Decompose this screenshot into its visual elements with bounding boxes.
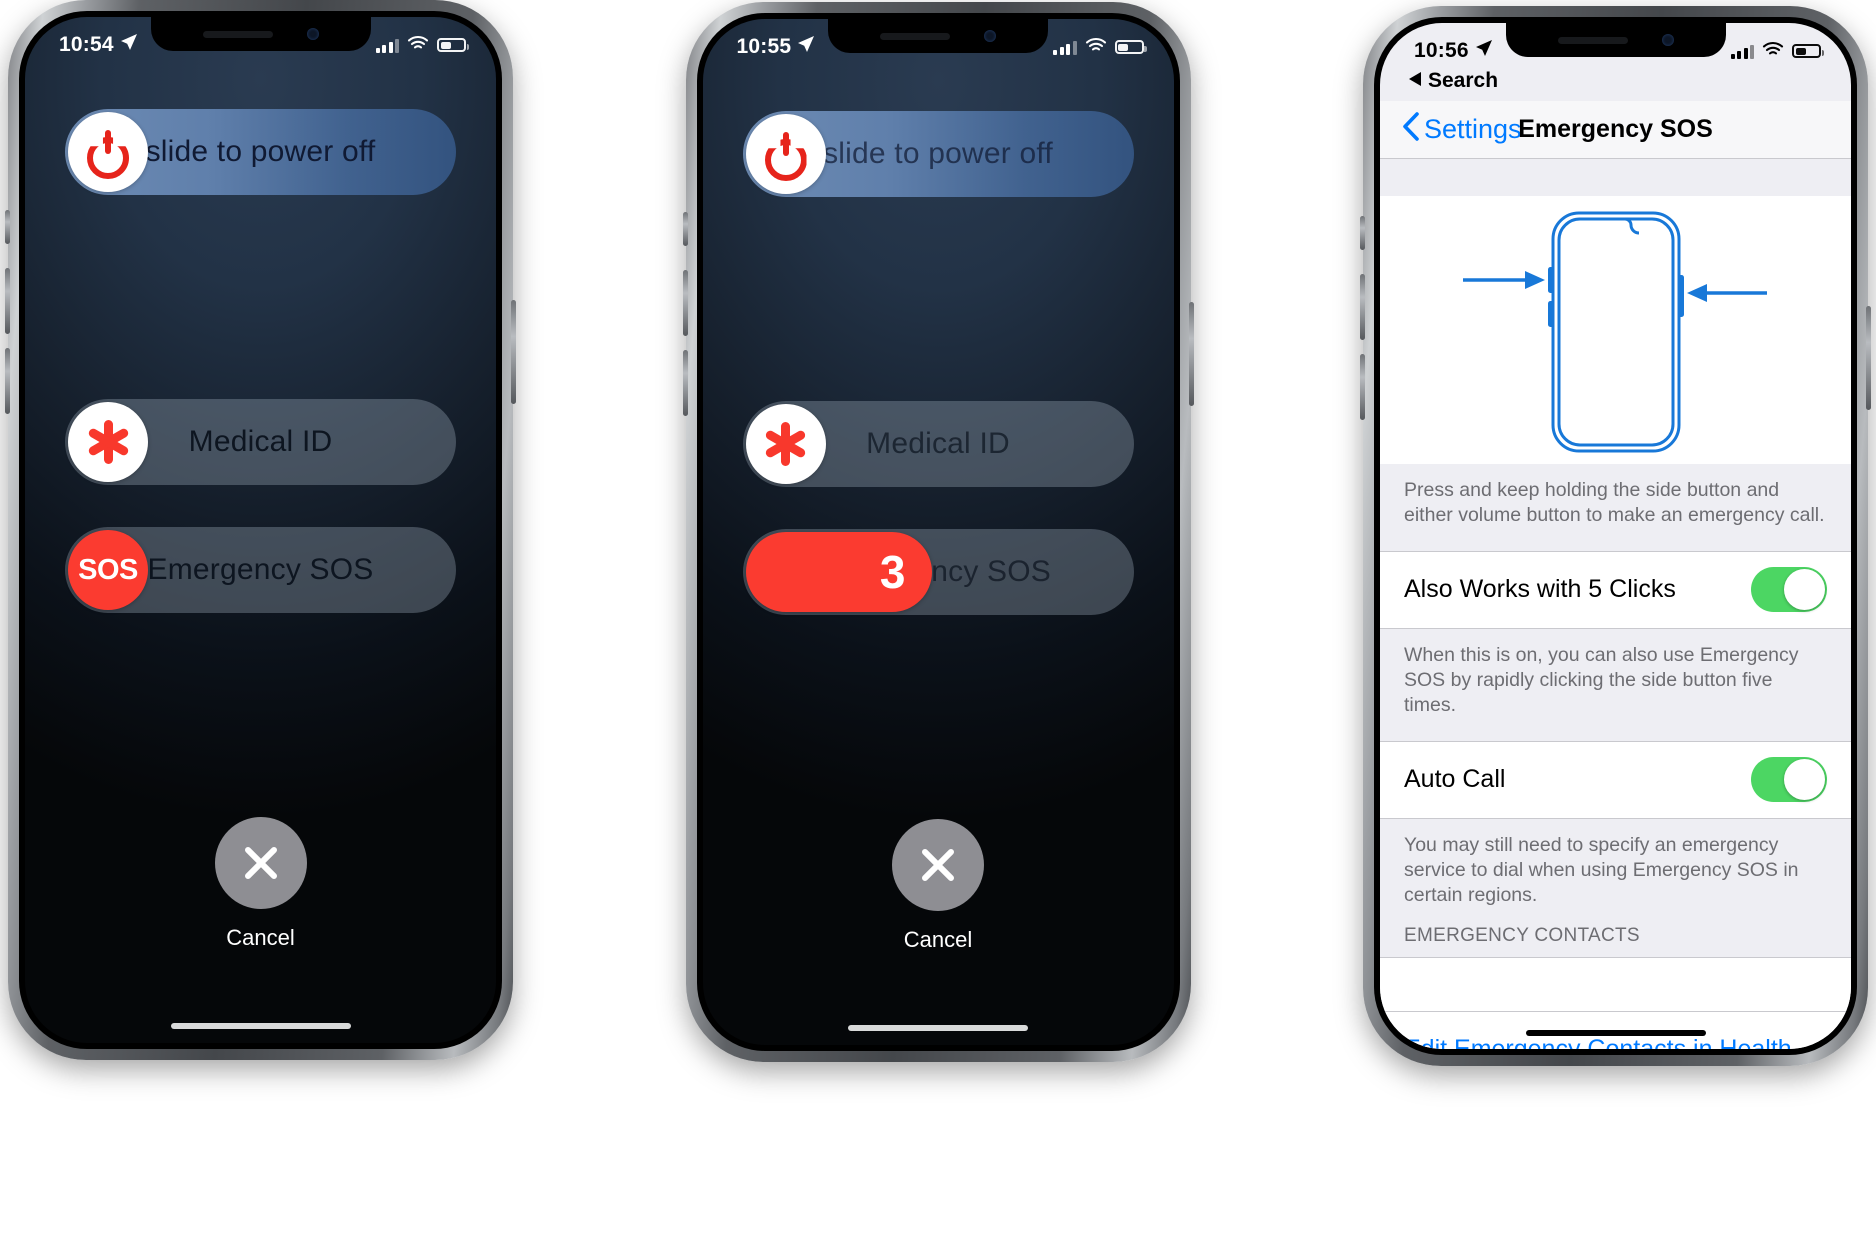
battery-icon [1792, 44, 1824, 58]
search-back-label: Search [1428, 69, 1499, 92]
location-arrow-icon [797, 35, 815, 59]
phone-screen-2: 10:55 slide to power off Medical ID 3 Em… [702, 19, 1174, 1045]
medical-id-slider[interactable]: Medical ID [742, 401, 1134, 487]
emergency-contacts-empty-row[interactable] [1380, 956, 1851, 1011]
sos-icon[interactable]: SOS [68, 530, 148, 610]
close-x-icon[interactable] [214, 817, 307, 909]
volume-up-button[interactable] [5, 268, 10, 334]
side-button[interactable] [511, 300, 516, 404]
list-top-spacer [1380, 160, 1851, 196]
row-label: Auto Call [1404, 765, 1506, 794]
battery-icon [1114, 40, 1147, 54]
medical-id-slider[interactable]: Medical ID [65, 399, 456, 485]
sos-countdown-badge[interactable]: 3 [745, 532, 932, 612]
home-indicator-2[interactable] [848, 1025, 1028, 1031]
phone-device-2: 10:55 slide to power off Medical ID 3 Em… [682, 2, 1194, 1062]
status-bar-3: 10:56 [1380, 23, 1851, 69]
phone-device-3: 10:56 Search Settings Emergency SOS Pres… [1360, 6, 1871, 1066]
chevron-left-icon [1402, 111, 1419, 148]
side-button[interactable] [1866, 306, 1871, 410]
auto-call-footnote: You may still need to specify an emergen… [1380, 818, 1851, 919]
power-icon[interactable] [68, 112, 148, 192]
cancel-label: Cancel [226, 925, 295, 950]
slide-to-power-off-slider[interactable]: slide to power off [65, 109, 456, 195]
cancel-group-1[interactable]: Cancel [25, 817, 496, 951]
cellular-signal-icon [1053, 40, 1077, 55]
status-bar-1: 10:54 [25, 17, 496, 63]
navigation-bar: Settings Emergency SOS [1380, 101, 1851, 159]
cellular-signal-icon [1730, 44, 1754, 59]
cancel-label: Cancel [903, 927, 973, 952]
slide-to-power-off-slider[interactable]: slide to power off [742, 111, 1134, 197]
phone-device-1: 10:54 slide to power off Medical ID SOS … [5, 0, 516, 1060]
iphone-side-buttons-diagram [1380, 196, 1851, 464]
status-time: 10:54 [59, 33, 114, 56]
hero-footnote: Press and keep holding the side button a… [1380, 464, 1851, 551]
wifi-icon [1762, 39, 1784, 63]
status-time-group-3: 10:56 [1414, 39, 1493, 63]
screenshot-stage: 10:54 slide to power off Medical ID SOS … [0, 0, 1876, 1234]
phone-bezel-1: 10:54 slide to power off Medical ID SOS … [19, 11, 502, 1049]
emergency-sos-settings-screen: 10:56 Search Settings Emergency SOS Pres… [1380, 23, 1851, 1049]
volume-down-button[interactable] [5, 348, 10, 414]
home-indicator-1[interactable] [170, 1023, 351, 1029]
status-time-group-1: 10:54 [59, 33, 138, 57]
status-indicators-2 [1053, 35, 1147, 59]
row-also-works-with-5-clicks[interactable]: Also Works with 5 Clicks [1380, 550, 1851, 629]
volume-up-button[interactable] [1360, 274, 1365, 340]
search-back-button[interactable]: Search [1408, 69, 1498, 93]
ring-switch[interactable] [682, 212, 688, 246]
medical-asterisk-icon[interactable] [745, 404, 826, 484]
cellular-signal-icon [375, 38, 399, 53]
power-icon[interactable] [745, 114, 826, 194]
home-indicator-3[interactable] [1525, 1030, 1706, 1036]
status-time: 10:55 [736, 35, 792, 58]
wifi-icon [407, 33, 429, 57]
emergency-sos-slider[interactable]: 3 Emergency SOS [742, 529, 1134, 615]
emergency-sos-slider[interactable]: SOS Emergency SOS [65, 527, 456, 613]
settings-list[interactable]: Press and keep holding the side button a… [1380, 160, 1851, 1049]
emergency-contacts-section-header: EMERGENCY CONTACTS [1380, 918, 1851, 957]
power-off-controls-1: slide to power off Medical ID SOS Emerge… [25, 109, 496, 613]
power-off-screen-1: 10:54 slide to power off Medical ID SOS … [25, 17, 496, 1043]
settings-back-label: Settings [1424, 114, 1522, 144]
phone-screen-3: 10:56 Search Settings Emergency SOS Pres… [1380, 23, 1851, 1049]
settings-back-button[interactable]: Settings [1402, 111, 1522, 148]
volume-down-button[interactable] [1360, 354, 1365, 420]
location-arrow-icon [1475, 39, 1493, 63]
status-indicators-3 [1730, 39, 1824, 63]
location-arrow-icon [120, 33, 138, 57]
toggle-also-works-with-5-clicks[interactable] [1751, 567, 1827, 613]
power-off-controls-2: slide to power off Medical ID 3 Emergenc… [703, 111, 1174, 615]
ring-switch[interactable] [5, 210, 10, 244]
volume-up-button[interactable] [682, 270, 688, 336]
status-time-group-2: 10:55 [737, 35, 816, 59]
phone-bezel-2: 10:55 slide to power off Medical ID 3 Em… [696, 13, 1180, 1051]
status-indicators-1 [375, 33, 469, 57]
medical-asterisk-icon[interactable] [68, 402, 148, 482]
volume-down-button[interactable] [682, 350, 688, 416]
five-clicks-footnote: When this is on, you can also use Emerge… [1380, 628, 1851, 741]
status-bar-2: 10:55 [703, 19, 1174, 65]
cancel-group-2[interactable]: Cancel [703, 819, 1174, 953]
side-button[interactable] [1188, 302, 1194, 406]
power-off-screen-2: 10:55 slide to power off Medical ID 3 Em… [702, 19, 1174, 1045]
close-x-icon[interactable] [892, 819, 984, 911]
ring-switch[interactable] [1360, 216, 1365, 250]
back-triangle-icon [1408, 69, 1422, 93]
status-time: 10:56 [1414, 39, 1469, 62]
edit-emergency-contacts-link[interactable]: Edit Emergency Contacts in Health [1404, 1035, 1792, 1049]
row-auto-call[interactable]: Auto Call [1380, 740, 1851, 819]
row-label: Also Works with 5 Clicks [1404, 575, 1676, 604]
toggle-auto-call[interactable] [1751, 757, 1827, 803]
wifi-icon [1085, 35, 1107, 59]
phone-screen-1: 10:54 slide to power off Medical ID SOS … [25, 17, 496, 1043]
battery-icon [437, 38, 469, 52]
phone-bezel-3: 10:56 Search Settings Emergency SOS Pres… [1374, 17, 1857, 1055]
